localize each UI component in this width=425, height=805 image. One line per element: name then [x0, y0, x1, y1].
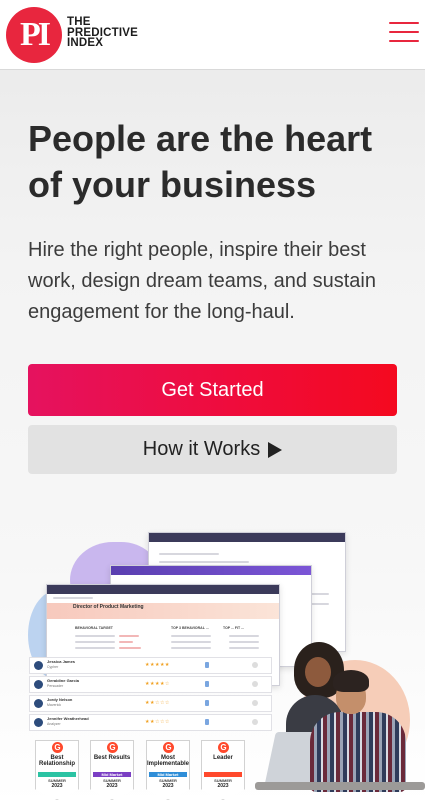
avatar [34, 661, 43, 670]
candidate-card: Jordy Nelson Maverick ★★☆☆☆ [29, 695, 272, 712]
candidate-card: Jennifer Weatherhead Analyzer ★★☆☆☆ [29, 714, 272, 731]
candidate-name: Jennifer Weatherhead [47, 716, 89, 721]
g2-logo-icon: G [52, 742, 63, 753]
column-title: TOP ... FIT ... [223, 626, 245, 630]
g2-logo-icon: G [218, 742, 229, 753]
trash-icon [205, 681, 209, 687]
g2-logo-icon: G [163, 742, 174, 753]
hero-illustration: Director of Product Marketing BEHAVIORAL… [0, 520, 425, 805]
rating-stars: ★★★★☆ [145, 681, 170, 687]
badge-ribbon [204, 772, 242, 777]
g2-badge: G Leader SUMMER 2023 [201, 740, 245, 800]
hero-title: People are the heart of your business [28, 118, 373, 205]
badge-title: Best Relationship [38, 755, 75, 767]
rating-stars: ★★☆☆☆ [145, 719, 170, 725]
badge-year: 2023 [106, 783, 118, 789]
window-titlebar [111, 566, 311, 575]
badge-year: 2023 [162, 783, 174, 789]
hero-subtitle: Hire the right people, inspire their bes… [28, 239, 376, 323]
get-started-label: Get Started [161, 378, 264, 401]
badge-year: 2023 [51, 783, 63, 789]
badge-title: Leader [213, 755, 233, 761]
g2-badge: G Most Implementable Mid Market SUMMER 2… [146, 740, 190, 800]
logo-line-3: INDEX [67, 37, 104, 49]
logo-wordmark[interactable]: THE PREDICTIVE INDEX [67, 17, 157, 49]
trash-icon [205, 700, 209, 706]
person-man-hair [333, 670, 369, 692]
more-icon [252, 719, 258, 725]
window-titlebar [149, 533, 345, 542]
site-header: PI THE PREDICTIVE INDEX [0, 0, 425, 70]
hamburger-icon[interactable] [389, 22, 419, 44]
rating-stars: ★★★★★ [145, 662, 170, 668]
g2-logo-icon: G [107, 742, 118, 753]
more-icon [252, 681, 258, 687]
candidate-name: Jessica James [47, 659, 76, 664]
badge-ribbon [38, 772, 76, 777]
candidate-card: Jessica James Cypher ★★★★★ [29, 657, 272, 674]
job-title: Director of Product Marketing [73, 604, 144, 610]
hamburger-bar-middle [389, 31, 419, 33]
candidate-role: Cypher [47, 665, 59, 669]
person-man-body [310, 712, 406, 792]
badge-year: 2023 [217, 783, 229, 789]
desk [255, 782, 425, 790]
candidate-card: Geraldine Garcia Persuader ★★★★☆ [29, 676, 272, 693]
column-title: TOP 3 BEHAVIORAL ... [171, 626, 209, 630]
how-it-works-button[interactable]: How it Works [28, 425, 397, 474]
candidate-role: Analyzer [47, 722, 61, 726]
g2-badge: G Best Relationship SUMMER 2023 [35, 740, 79, 800]
candidate-role: Persuader [47, 684, 64, 688]
avatar [34, 699, 43, 708]
candidate-name: Jordy Nelson [47, 697, 73, 702]
logo-line-1: THE [67, 16, 91, 28]
candidate-list: Jessica James Cypher ★★★★★ Geraldine Gar… [29, 657, 272, 737]
more-icon [252, 700, 258, 706]
avatar [34, 718, 43, 727]
person-woman-face [305, 657, 331, 687]
rating-stars: ★★☆☆☆ [145, 700, 170, 706]
get-started-button[interactable]: Get Started [28, 364, 397, 416]
hamburger-bar-top [389, 22, 419, 24]
badge-ribbon: Mid Market [93, 772, 131, 777]
window-titlebar [47, 585, 279, 594]
badge-title: Most Implementable [147, 755, 190, 767]
trash-icon [205, 719, 209, 725]
more-icon [252, 662, 258, 668]
trash-icon [205, 662, 209, 668]
how-it-works-label: How it Works [142, 438, 261, 460]
hamburger-bar-bottom [389, 40, 419, 42]
badge-ribbon: Mid Market [149, 772, 187, 777]
column-title: BEHAVIORAL TARGET [75, 626, 113, 630]
candidate-name: Geraldine Garcia [47, 678, 80, 683]
play-icon [268, 441, 283, 458]
g2-badge: G Best Results Mid Market SUMMER 2023 [90, 740, 134, 800]
logo-mark[interactable]: PI [6, 7, 62, 63]
candidate-role: Maverick [47, 703, 62, 707]
avatar [34, 680, 43, 689]
badge-title: Best Results [93, 755, 131, 761]
